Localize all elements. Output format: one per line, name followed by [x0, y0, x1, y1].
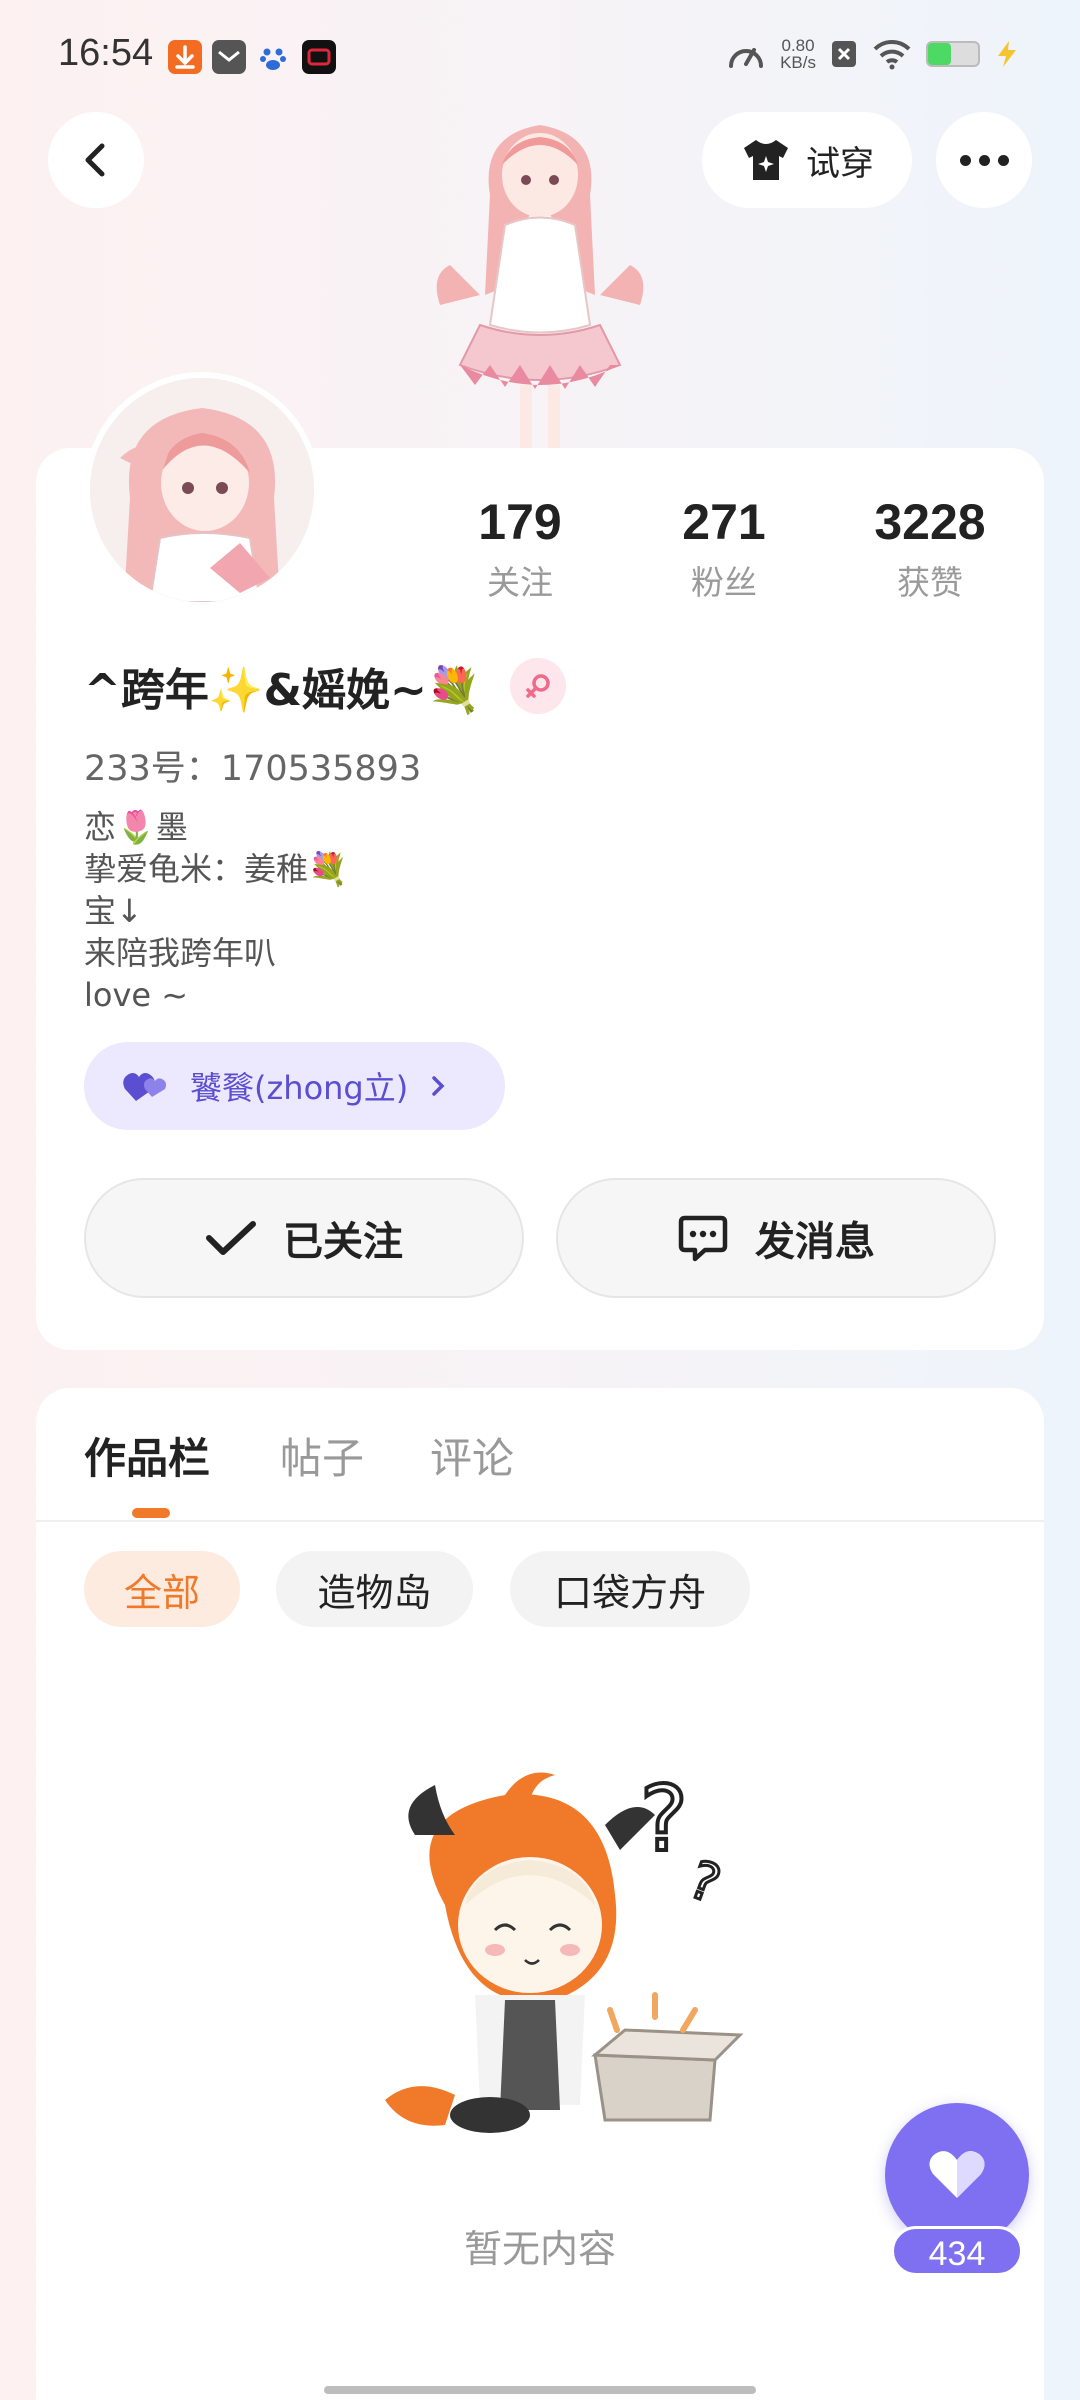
mail-icon [212, 40, 246, 74]
stat-following-count: 179 [478, 494, 562, 550]
battery-icon [926, 41, 980, 67]
try-on-button[interactable]: 试穿 [702, 112, 912, 208]
heart-icon [929, 2151, 985, 2198]
cp-relation-label: 饕餮(zhong立) [190, 1069, 409, 1107]
chip-creation-island[interactable]: 造物岛 [276, 1551, 473, 1627]
nickname-text: ^跨年✨&媱娩~💐 [84, 665, 482, 716]
followed-label: 已关注 [283, 1219, 403, 1265]
bio-line: 挚爱龟米：姜稚💐 [84, 850, 348, 888]
nickname: ^跨年✨&媱娩~💐 [84, 654, 566, 718]
sim-off-icon [832, 41, 856, 67]
double-heart-icon [123, 1073, 166, 1101]
back-arrow-icon [85, 143, 105, 177]
stat-fans-label: 粉丝 [691, 563, 757, 602]
download-icon [168, 40, 202, 74]
charging-icon [998, 41, 1016, 67]
tab-underline [132, 1508, 170, 1518]
baidu-icon [256, 40, 290, 74]
net-speed: 0.80 KB/s [780, 37, 816, 71]
more-icon [959, 154, 971, 166]
female-icon [509, 658, 566, 714]
send-message-button[interactable]: 发消息 [556, 1178, 996, 1298]
more-button[interactable] [936, 112, 1032, 208]
home-indicator[interactable] [324, 2386, 756, 2394]
send-message-label: 发消息 [755, 1219, 875, 1265]
stat-following[interactable]: 179 关注 [430, 492, 610, 604]
avatar[interactable] [84, 372, 320, 608]
tab-posts[interactable]: 帖子 [280, 1425, 364, 1486]
tshirt-sparkle-icon [744, 140, 788, 180]
stat-likes-label: 获赞 [897, 563, 963, 602]
try-on-label: 试穿 [806, 143, 874, 184]
chip-pocket-ark[interactable]: 口袋方舟 [510, 1551, 750, 1627]
stat-likes[interactable]: 3228 获赞 [840, 492, 1020, 604]
stat-fans[interactable]: 271 粉丝 [634, 492, 814, 604]
bio-line: 来陪我跨年叭 [84, 934, 277, 972]
bio-line: 恋🌷墨 [84, 808, 188, 846]
chip-all[interactable]: 全部 [84, 1551, 240, 1627]
followed-button[interactable]: 已关注 [84, 1178, 524, 1298]
empty-state-illustration: ? ? [355, 1755, 755, 2155]
back-button[interactable] [48, 112, 144, 208]
bio-line: 宝↓ [84, 892, 143, 930]
svg-text:?: ? [681, 1850, 727, 1916]
speedometer-icon [729, 48, 764, 68]
stat-fans-count: 271 [682, 494, 766, 550]
screen-recorder-icon [302, 40, 336, 74]
tab-comments[interactable]: 评论 [430, 1425, 514, 1486]
wifi-icon [873, 39, 911, 70]
check-icon [206, 1221, 256, 1255]
net-speed-value: 0.80 [781, 36, 815, 55]
status-right: 0.80 KB/s [726, 36, 1020, 72]
status-time: 16:54 [58, 32, 154, 74]
chat-icon [678, 1215, 728, 1262]
like-count: 434 [891, 2226, 1023, 2276]
cp-relation-pill[interactable]: 饕餮(zhong立) [84, 1042, 505, 1130]
stat-likes-count: 3228 [874, 494, 986, 550]
bio-line: love ~ [84, 976, 189, 1014]
bio: 恋🌷墨 挚爱龟米：姜稚💐 宝↓ 来陪我跨年叭 love ~ [84, 806, 348, 1016]
user-id: 233号：170535893 [84, 749, 422, 789]
hero-character-image [420, 95, 660, 455]
chevron-right-icon [432, 1076, 445, 1096]
tab-works[interactable]: 作品栏 [84, 1425, 210, 1486]
tab-divider [36, 1520, 1044, 1522]
stat-following-label: 关注 [487, 563, 553, 602]
net-speed-unit: KB/s [780, 53, 816, 72]
